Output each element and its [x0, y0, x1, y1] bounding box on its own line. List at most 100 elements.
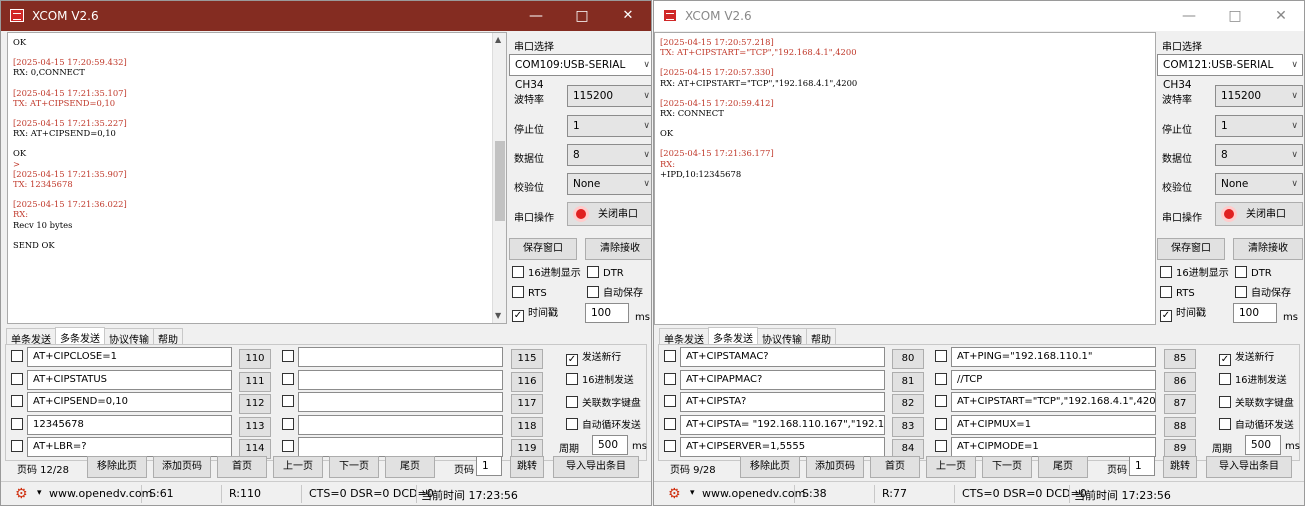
- row-checkbox[interactable]: [664, 417, 676, 430]
- dtr-checkbox[interactable]: DTR: [587, 266, 624, 280]
- send-button[interactable]: 81: [892, 371, 924, 392]
- command-input[interactable]: AT+CIPMODE=1: [951, 437, 1156, 457]
- command-input[interactable]: [298, 414, 503, 435]
- send-button[interactable]: 111: [239, 371, 271, 392]
- send-button[interactable]: 116: [511, 371, 543, 392]
- period-input[interactable]: 500: [592, 435, 628, 455]
- save-window-button[interactable]: 保存窗口: [509, 238, 577, 260]
- auto-save-checkbox[interactable]: 自动保存: [587, 286, 643, 300]
- prev-page-button[interactable]: 上一页: [273, 456, 323, 478]
- hex-send-checkbox-box[interactable]: [566, 373, 578, 385]
- row-checkbox[interactable]: [664, 440, 676, 452]
- hex-display-checkbox-box[interactable]: [512, 266, 524, 278]
- row-checkbox[interactable]: [664, 372, 676, 385]
- hex-send-checkbox[interactable]: 16进制发送: [1219, 373, 1287, 387]
- clear-receive-button[interactable]: 清除接收: [585, 238, 651, 260]
- send-button[interactable]: 117: [511, 394, 543, 414]
- row-checkbox[interactable]: [282, 372, 294, 385]
- data-bits-select[interactable]: 8 ∨: [567, 144, 651, 166]
- send-button[interactable]: 113: [239, 416, 271, 437]
- send-button[interactable]: 118: [511, 416, 543, 437]
- command-input[interactable]: AT+CIPSTA?: [680, 392, 885, 412]
- first-page-button[interactable]: 首页: [870, 456, 920, 478]
- scroll-down-icon[interactable]: ▼: [495, 311, 501, 321]
- rts-checkbox-box[interactable]: [1160, 286, 1172, 298]
- next-page-button[interactable]: 下一页: [329, 456, 379, 478]
- first-page-button[interactable]: 首页: [217, 456, 267, 478]
- timestamp-checkbox-box[interactable]: ✓: [1160, 310, 1172, 322]
- baud-select[interactable]: 115200 ∨: [567, 85, 651, 107]
- command-input[interactable]: AT+CIPSTATUS: [27, 369, 232, 390]
- data-bits-select[interactable]: 8 ∨: [1215, 144, 1303, 166]
- remove-page-button[interactable]: 移除此页: [87, 456, 147, 478]
- send-button[interactable]: 83: [892, 416, 924, 437]
- port-select[interactable]: COM109:USB-SERIAL CH34 ∨: [509, 54, 651, 91]
- close-port-button[interactable]: 关闭串口: [567, 202, 651, 226]
- hex-display-checkbox-box[interactable]: [1160, 266, 1172, 278]
- send-button[interactable]: 82: [892, 394, 924, 414]
- row-checkbox[interactable]: [11, 372, 23, 385]
- jump-button[interactable]: 跳转: [1163, 456, 1197, 478]
- auto-save-checkbox[interactable]: 自动保存: [1235, 286, 1291, 300]
- stop-bits-select[interactable]: 1 ∨: [567, 115, 651, 137]
- remove-page-button[interactable]: 移除此页: [740, 456, 800, 478]
- dropdown-arrow-icon[interactable]: ▾: [690, 488, 695, 498]
- timestamp-input[interactable]: 100: [1233, 303, 1277, 323]
- link-keypad-checkbox-box[interactable]: [1219, 396, 1231, 408]
- page-input[interactable]: 1: [476, 456, 502, 476]
- auto-loop-checkbox-box[interactable]: [1219, 418, 1231, 430]
- rts-checkbox-box[interactable]: [512, 286, 524, 298]
- row-checkbox[interactable]: [282, 350, 294, 362]
- command-input[interactable]: [298, 347, 503, 367]
- close-button[interactable]: ✕: [1258, 1, 1304, 31]
- port-select[interactable]: COM121:USB-SERIAL CH34 ∨: [1157, 54, 1303, 91]
- command-input[interactable]: 12345678: [27, 414, 232, 435]
- timestamp-input[interactable]: 100: [585, 303, 629, 323]
- send-button[interactable]: 88: [1164, 416, 1196, 437]
- command-input[interactable]: AT+CIPSTAMAC?: [680, 347, 885, 367]
- command-input[interactable]: [298, 392, 503, 412]
- command-input[interactable]: [298, 437, 503, 457]
- title-bar[interactable]: XCOM V2.6 — □ ✕: [654, 1, 1304, 31]
- command-input[interactable]: AT+CIPSEND=0,10: [27, 392, 232, 412]
- jump-button[interactable]: 跳转: [510, 456, 544, 478]
- timestamp-checkbox[interactable]: ✓ 时间戳: [512, 307, 558, 322]
- auto-loop-checkbox[interactable]: 自动循环发送: [1219, 418, 1294, 432]
- period-input[interactable]: 500: [1245, 435, 1281, 455]
- receive-log[interactable]: OK [2025-04-15 17:20:59.432] RX: 0,CONNECT…: [7, 32, 507, 324]
- command-input[interactable]: AT+CIPSTA= "192.168.110.167","192.168.1: [680, 414, 885, 435]
- command-input[interactable]: AT+PING="192.168.110.1": [951, 347, 1156, 367]
- send-button[interactable]: 80: [892, 349, 924, 369]
- rts-checkbox[interactable]: RTS: [1160, 286, 1195, 300]
- prev-page-button[interactable]: 上一页: [926, 456, 976, 478]
- auto-loop-checkbox-box[interactable]: [566, 418, 578, 430]
- auto-save-checkbox-box[interactable]: [1235, 286, 1247, 298]
- command-input[interactable]: AT+CIPCLOSE=1: [27, 347, 232, 367]
- send-newline-checkbox[interactable]: ✓ 发送新行: [566, 351, 621, 366]
- command-input[interactable]: [298, 369, 503, 390]
- page-input[interactable]: 1: [1129, 456, 1155, 476]
- link-keypad-checkbox-box[interactable]: [566, 396, 578, 408]
- import-export-button[interactable]: 导入导出条目: [1206, 456, 1292, 478]
- maximize-button[interactable]: □: [559, 1, 605, 31]
- hex-send-checkbox-box[interactable]: [1219, 373, 1231, 385]
- next-page-button[interactable]: 下一页: [982, 456, 1032, 478]
- row-checkbox[interactable]: [11, 417, 23, 430]
- minimize-button[interactable]: —: [513, 1, 559, 31]
- command-input[interactable]: AT+CIPSTART="TCP","192.168.4.1",4200: [951, 392, 1156, 412]
- import-export-button[interactable]: 导入导出条目: [553, 456, 639, 478]
- scroll-up-icon[interactable]: ▲: [495, 35, 501, 45]
- row-checkbox[interactable]: [664, 395, 676, 407]
- parity-select[interactable]: None ∨: [1215, 173, 1303, 195]
- last-page-button[interactable]: 尾页: [1038, 456, 1088, 478]
- row-checkbox[interactable]: [11, 395, 23, 407]
- last-page-button[interactable]: 尾页: [385, 456, 435, 478]
- send-button[interactable]: 85: [1164, 349, 1196, 369]
- dropdown-arrow-icon[interactable]: ▾: [37, 488, 42, 498]
- dtr-checkbox[interactable]: DTR: [1235, 266, 1272, 280]
- row-checkbox[interactable]: [282, 395, 294, 407]
- gear-icon[interactable]: ⚙: [668, 487, 682, 501]
- link-keypad-checkbox[interactable]: 关联数字键盘: [566, 396, 641, 410]
- dtr-checkbox-box[interactable]: [587, 266, 599, 278]
- clear-receive-button[interactable]: 清除接收: [1233, 238, 1303, 260]
